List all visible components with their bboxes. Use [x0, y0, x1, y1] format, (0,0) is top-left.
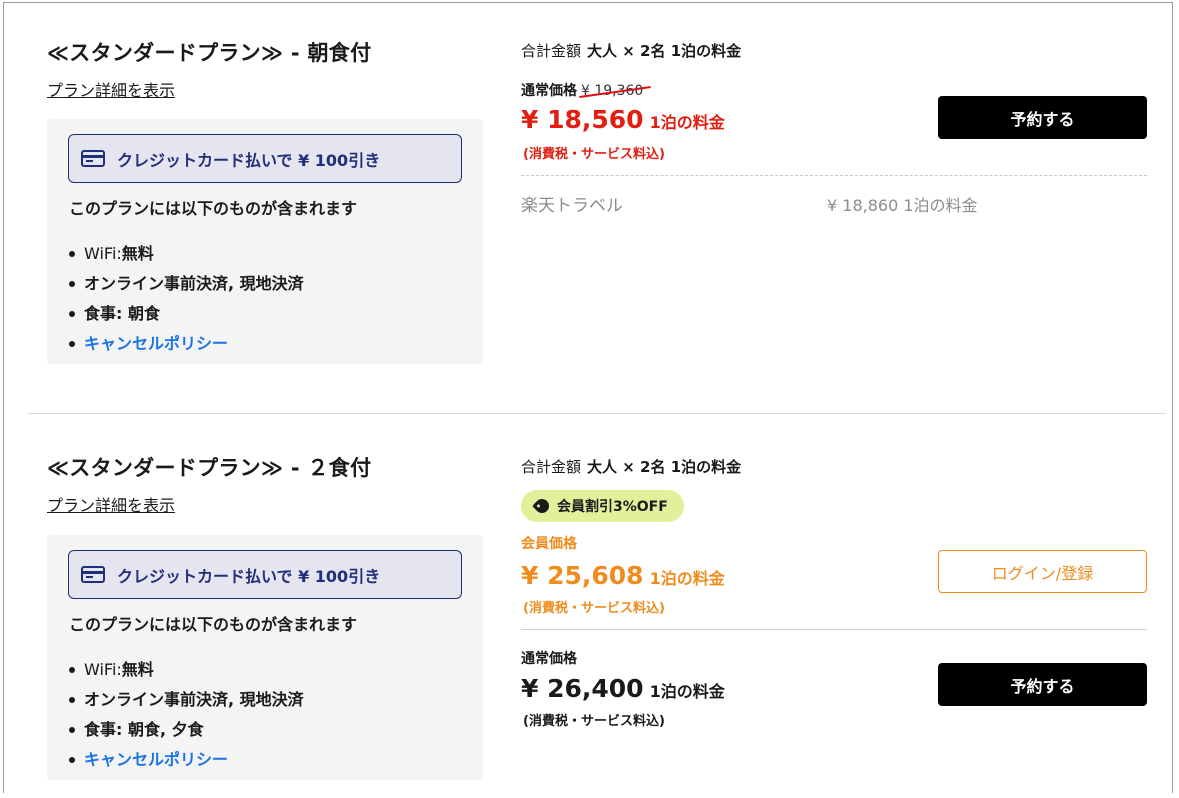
regular-price-label: 通常価格 [521, 651, 577, 667]
member-price-label: 会員価格 [521, 536, 577, 552]
includes-heading: このプランには以下のものが含まれます [69, 615, 358, 634]
divider [521, 175, 1147, 176]
credit-card-discount-badge: クレジットカード払いで ¥ 100引き [68, 134, 462, 183]
credit-card-icon [81, 566, 105, 583]
plan-card-two-meals: ≪スタンダードプラン≫ - ２食付 プラン詳細を表示 クレジットカード払いで ¥… [28, 413, 1166, 798]
regular-price-strikethrough: ¥ 19,360 [581, 83, 644, 99]
member-discount-badge: 会員割引3%OFF [521, 490, 684, 522]
includes-list: WiFi: 無料 オンライン事前決済, 現地決済 食事: 朝食 キャンセルポリシ… [69, 239, 304, 359]
book-button[interactable]: 予約する [938, 96, 1147, 139]
total-price-label: 合計金額 大人 × 2名 1泊の料金 [521, 42, 742, 60]
discounted-price: ¥ 18,560 1泊の料金 [521, 105, 725, 134]
login-register-button[interactable]: ログイン/登録 [938, 550, 1147, 593]
regular-tax-note: (消費税・サービス料込) [523, 714, 665, 729]
cancel-policy-link[interactable]: キャンセルポリシー [69, 745, 304, 775]
member-price: ¥ 25,608 1泊の料金 [521, 561, 725, 590]
regular-price: ¥ 26,400 1泊の料金 [521, 674, 725, 703]
plan-detail-link[interactable]: プラン詳細を表示 [47, 492, 175, 516]
credit-card-discount-text: クレジットカード払いで ¥ 100引き [117, 150, 381, 170]
book-button[interactable]: 予約する [938, 663, 1147, 706]
include-item-wifi: WiFi: 無料 [69, 655, 304, 685]
ota-name: 楽天トラベル [521, 196, 623, 216]
tag-icon [532, 496, 552, 516]
member-tax-note: (消費税・サービス料込) [523, 601, 665, 616]
tax-note: (消費税・サービス料込) [523, 147, 665, 162]
credit-card-icon [81, 150, 105, 167]
plan-title: ≪スタンダードプラン≫ - 朝食付 [47, 41, 372, 65]
total-price-label: 合計金額 大人 × 2名 1泊の料金 [521, 458, 742, 476]
regular-price-label: 通常価格 ¥ 19,360 [521, 83, 644, 99]
plan-includes-box: クレジットカード払いで ¥ 100引き このプランには以下のものが含まれます W… [47, 535, 483, 780]
credit-card-discount-badge: クレジットカード払いで ¥ 100引き [68, 550, 462, 599]
credit-card-discount-text: クレジットカード払いで ¥ 100引き [117, 566, 381, 586]
ota-price: ¥ 18,860 1泊の料金 [827, 196, 978, 215]
include-item-payment: オンライン事前決済, 現地決済 [69, 685, 304, 715]
plan-includes-box: クレジットカード払いで ¥ 100引き このプランには以下のものが含まれます W… [47, 119, 483, 364]
plan-detail-link[interactable]: プラン詳細を表示 [47, 77, 175, 101]
includes-heading: このプランには以下のものが含まれます [69, 199, 358, 218]
include-item-wifi: WiFi: 無料 [69, 239, 304, 269]
plan-title: ≪スタンダードプラン≫ - ２食付 [47, 456, 372, 480]
cancel-policy-link[interactable]: キャンセルポリシー [69, 329, 304, 359]
includes-list: WiFi: 無料 オンライン事前決済, 現地決済 食事: 朝食, 夕食 キャンセ… [69, 655, 304, 775]
include-item-meal: 食事: 朝食 [69, 299, 304, 329]
plan-list-panel: ≪スタンダードプラン≫ - 朝食付 プラン詳細を表示 クレジットカード払いで ¥… [3, 2, 1173, 793]
divider [521, 629, 1147, 630]
include-item-meal: 食事: 朝食, 夕食 [69, 715, 304, 745]
include-item-payment: オンライン事前決済, 現地決済 [69, 269, 304, 299]
plan-card-breakfast: ≪スタンダードプラン≫ - 朝食付 プラン詳細を表示 クレジットカード払いで ¥… [4, 3, 1174, 413]
